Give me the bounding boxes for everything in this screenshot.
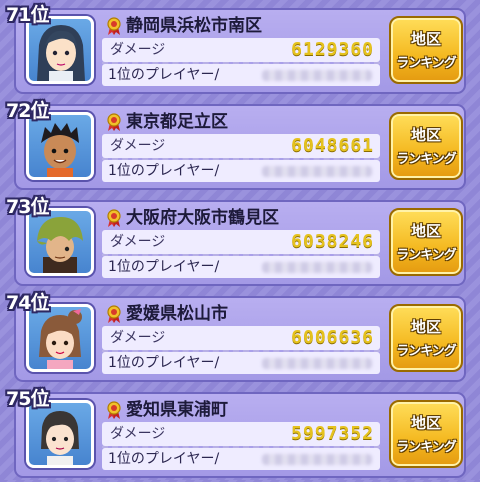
ranking-row: 71位 静岡県浜松市南区 ダメージ 6129360 1位のプレイヤー/ 地区 ラ… [0, 0, 480, 98]
button-label-line2: ランキング [396, 344, 457, 359]
damage-row: ダメージ 6038246 [102, 230, 380, 254]
damage-score: 5997352 [291, 423, 374, 444]
ranking-row: 75位 愛知県東浦町 ダメージ 5997352 1位のプレイヤー/ 地区 ランキ… [0, 384, 480, 482]
district-ranking-button[interactable]: 地区 ランキング [389, 304, 463, 372]
region-name: 大阪府大阪市鶴見区 [126, 208, 279, 228]
region-name: 東京都足立区 [126, 112, 228, 132]
ranking-row: 73位 大阪府大阪市鶴見区 ダメージ 6038246 1位のプレイヤー/ 地区 … [0, 192, 480, 290]
damage-label: ダメージ [110, 138, 166, 154]
region-name: 静岡県浜松市南区 [126, 16, 262, 36]
damage-row: ダメージ 6129360 [102, 38, 380, 62]
medal-icon [107, 17, 121, 35]
medal-icon [107, 401, 121, 419]
button-label-line1: 地区 [410, 126, 441, 144]
button-label-line2: ランキング [396, 56, 457, 71]
top-player-label: 1位のプレイヤー/ [108, 163, 220, 179]
top-player-row: 1位のプレイヤー/ [102, 160, 380, 182]
top-player-label: 1位のプレイヤー/ [108, 259, 220, 275]
ranking-info: 静岡県浜松市南区 ダメージ 6129360 1位のプレイヤー/ [102, 12, 380, 88]
button-label-line1: 地区 [410, 222, 441, 240]
damage-label: ダメージ [110, 426, 166, 442]
top-player-row: 1位のプレイヤー/ [102, 448, 380, 470]
damage-label: ダメージ [110, 42, 166, 58]
ranking-row: 72位 東京都足立区 ダメージ 6048661 1位のプレイヤー/ 地区 ランキ… [0, 96, 480, 194]
ranking-info: 東京都足立区 ダメージ 6048661 1位のプレイヤー/ [102, 108, 380, 184]
damage-score: 6006636 [291, 327, 374, 348]
blurred-player-name [262, 262, 372, 273]
ranking-row: 74位 愛媛県松山市 ダメージ 6006636 1位のプレイヤー/ 地区 ランキ… [0, 288, 480, 386]
rank-label: 73位 [6, 196, 49, 218]
rank-label: 71位 [6, 4, 49, 26]
medal-icon [107, 305, 121, 323]
damage-score: 6038246 [291, 231, 374, 252]
top-player-label: 1位のプレイヤー/ [108, 67, 220, 83]
damage-score: 6129360 [291, 39, 374, 60]
district-ranking-button[interactable]: 地区 ランキング [389, 16, 463, 84]
district-ranking-button[interactable]: 地区 ランキング [389, 112, 463, 180]
top-player-label: 1位のプレイヤー/ [108, 355, 220, 371]
button-label-line1: 地区 [410, 318, 441, 336]
medal-icon [107, 113, 121, 131]
ranking-info: 大阪府大阪市鶴見区 ダメージ 6038246 1位のプレイヤー/ [102, 204, 380, 280]
damage-row: ダメージ 5997352 [102, 422, 380, 446]
district-ranking-button[interactable]: 地区 ランキング [389, 400, 463, 468]
district-ranking-button[interactable]: 地区 ランキング [389, 208, 463, 276]
damage-label: ダメージ [110, 330, 166, 346]
damage-row: ダメージ 6006636 [102, 326, 380, 350]
blurred-player-name [262, 70, 372, 81]
region-name: 愛知県東浦町 [126, 400, 228, 420]
damage-label: ダメージ [110, 234, 166, 250]
ranking-list: 71位 静岡県浜松市南区 ダメージ 6129360 1位のプレイヤー/ 地区 ラ… [0, 0, 480, 480]
blurred-player-name [262, 358, 372, 369]
region-name: 愛媛県松山市 [126, 304, 228, 324]
ranking-info: 愛媛県松山市 ダメージ 6006636 1位のプレイヤー/ [102, 300, 380, 376]
blurred-player-name [262, 454, 372, 465]
button-label-line2: ランキング [396, 248, 457, 263]
top-player-label: 1位のプレイヤー/ [108, 451, 220, 467]
damage-score: 6048661 [291, 135, 374, 156]
top-player-row: 1位のプレイヤー/ [102, 256, 380, 278]
ranking-info: 愛知県東浦町 ダメージ 5997352 1位のプレイヤー/ [102, 396, 380, 472]
rank-label: 74位 [6, 292, 49, 314]
top-player-row: 1位のプレイヤー/ [102, 64, 380, 86]
button-label-line1: 地区 [410, 414, 441, 432]
button-label-line2: ランキング [396, 440, 457, 455]
button-label-line2: ランキング [396, 152, 457, 167]
top-player-row: 1位のプレイヤー/ [102, 352, 380, 374]
rank-label: 72位 [6, 100, 49, 122]
medal-icon [107, 209, 121, 227]
button-label-line1: 地区 [410, 30, 441, 48]
rank-label: 75位 [6, 388, 49, 410]
blurred-player-name [262, 166, 372, 177]
damage-row: ダメージ 6048661 [102, 134, 380, 158]
